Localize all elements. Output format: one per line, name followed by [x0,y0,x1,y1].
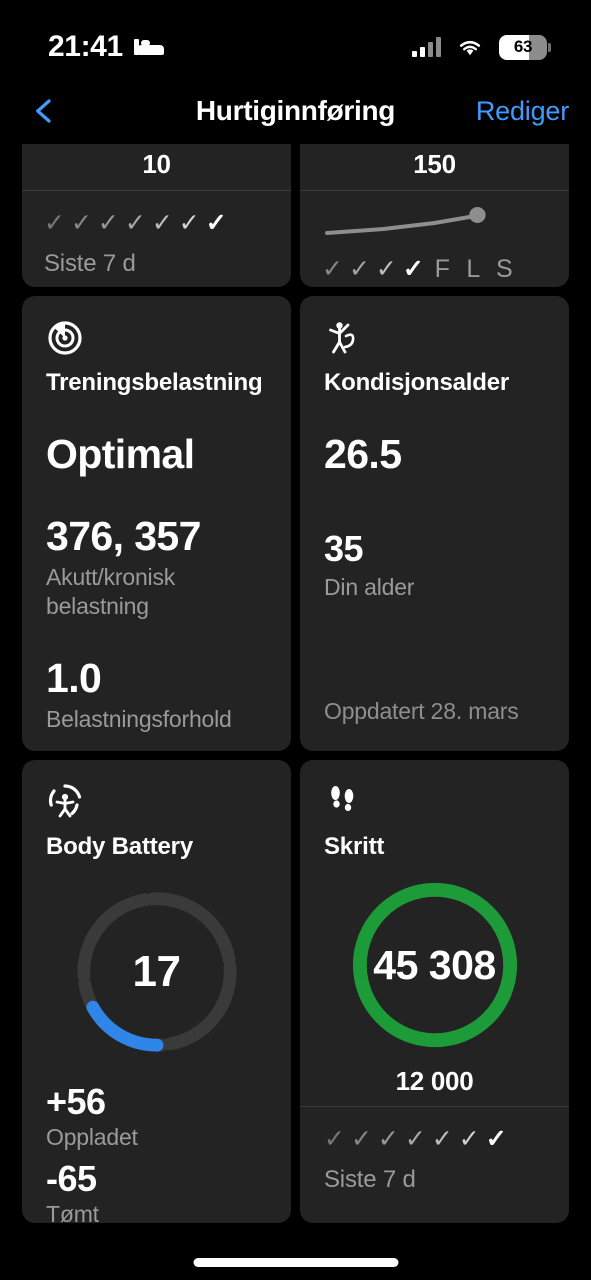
day-letter-l: L [466,255,481,283]
clipped-left-footer: Siste 7 d [44,250,136,277]
check-day-2: ✓ [350,1125,372,1153]
your-age-value: 35 [324,528,364,569]
steps-footer: Siste 7 d [324,1166,416,1193]
weekly-checkmarks: ✓ ✓ ✓ ✓ ✓ ✓ ✓ [44,211,269,236]
check-day-4: ✓ [402,255,424,283]
check-day-3: ✓ [375,255,397,283]
check-day-3: ✓ [97,209,119,237]
battery-level-text: 63 [513,37,533,56]
weekly-checkmarks: ✓ ✓ ✓ ✓ F L S [322,257,547,282]
steps-goal: 12 000 [395,1066,474,1096]
back-button[interactable] [22,89,66,133]
battery-nub [548,42,551,52]
status-bar: 21:41 63 [0,0,591,78]
card-title: Skritt [324,833,385,860]
bed-icon [133,37,164,57]
card-title: Body Battery [46,833,193,860]
training-load-target-icon [46,318,84,356]
day-letter-s: S [495,255,513,283]
check-day-1: ✓ [322,255,343,283]
check-day-2: ✓ [348,255,370,283]
body-battery-value: 17 [132,947,181,996]
check-day-4: ✓ [124,209,146,237]
card-clipped-left[interactable]: 10 ✓ ✓ ✓ ✓ ✓ ✓ ✓ Siste 7 d [22,144,291,287]
updated-timestamp: Oppdatert 28. mars [324,698,519,724]
drained-value: -65 [46,1157,97,1199]
weekly-checkmarks: ✓ ✓ ✓ ✓ ✓ ✓ ✓ [324,1127,545,1152]
metrics-grid: 10 ✓ ✓ ✓ ✓ ✓ ✓ ✓ Siste 7 d 150 ✓ ✓ ✓ ✓ F… [0,144,591,1223]
battery-indicator: 63 [499,34,551,60]
training-status: Optimal [46,431,195,477]
clipped-left-body: ✓ ✓ ✓ ✓ ✓ ✓ ✓ Siste 7 d [22,191,291,278]
cellular-signal-icon [412,37,441,57]
check-day-5: ✓ [151,209,173,237]
status-bar-right: 63 [412,34,551,60]
sparkline-chart [322,203,547,247]
steps-ring: 45 308 [324,876,545,1054]
fitness-age-value: 26.5 [324,431,402,477]
check-day-7: ✓ [205,209,227,237]
check-day-1: ✓ [44,209,65,237]
body-battery-gauge: 17 [46,883,267,1061]
drained-label: Tømt [46,1200,99,1223]
check-day-7: ✓ [485,1125,507,1153]
charged-label: Oppladet [46,1124,138,1150]
card-clipped-right[interactable]: 150 ✓ ✓ ✓ ✓ F L S [300,144,569,287]
check-day-2: ✓ [70,209,92,237]
load-ratio-label: Belastningsforhold [46,705,232,732]
status-bar-left: 21:41 [48,30,164,64]
clipped-right-body: ✓ ✓ ✓ ✓ F L S [300,191,569,282]
phone-screen: 21:41 63 Hurtiginnføring Rediger 10 ✓ ✓ … [0,0,591,1280]
chevron-left-icon [36,99,51,123]
wifi-icon [457,37,483,57]
check-day-6: ✓ [458,1125,480,1153]
day-letter-f: F [434,255,450,283]
home-indicator[interactable] [193,1258,398,1267]
person-fitness-icon [324,318,362,356]
your-age-label: Din alder [324,574,415,600]
check-day-3: ✓ [377,1125,399,1153]
card-training-load[interactable]: Treningsbelastning Optimal 376, 357 Akut… [22,296,291,751]
steps-week-section: ✓ ✓ ✓ ✓ ✓ ✓ ✓ Siste 7 d [324,1107,545,1194]
check-day-6: ✓ [178,209,200,237]
clock: 21:41 [48,30,123,63]
check-day-4: ✓ [404,1125,426,1153]
battery-body: 63 [499,34,547,60]
check-day-5: ✓ [431,1125,453,1153]
check-day-1: ✓ [324,1125,345,1153]
card-steps[interactable]: Skritt 45 308 12 000 ✓ ✓ ✓ ✓ ✓ ✓ ✓ Siste… [300,760,569,1223]
load-ratio-value: 1.0 [46,654,102,701]
body-battery-icon [46,782,84,820]
navigation-bar: Hurtiginnføring Rediger [0,78,591,144]
clipped-right-value: 150 [413,149,456,179]
card-fitness-age[interactable]: Kondisjonsalder 26.5 35 Din alder Oppdat… [300,296,569,751]
edit-button[interactable]: Rediger [476,96,569,127]
acute-chronic-label: Akutt/kronisk belastning [46,564,176,619]
charged-value: +56 [46,1081,106,1122]
footprints-icon [324,782,362,820]
steps-value: 45 308 [373,941,496,988]
card-title: Treningsbelastning [46,369,263,396]
acute-chronic-value: 376, 357 [46,513,201,559]
clipped-left-value: 10 [142,149,171,179]
card-title: Kondisjonsalder [324,369,510,396]
card-body-battery[interactable]: Body Battery 17 +56 Oppladet -65 Tømt [22,760,291,1223]
